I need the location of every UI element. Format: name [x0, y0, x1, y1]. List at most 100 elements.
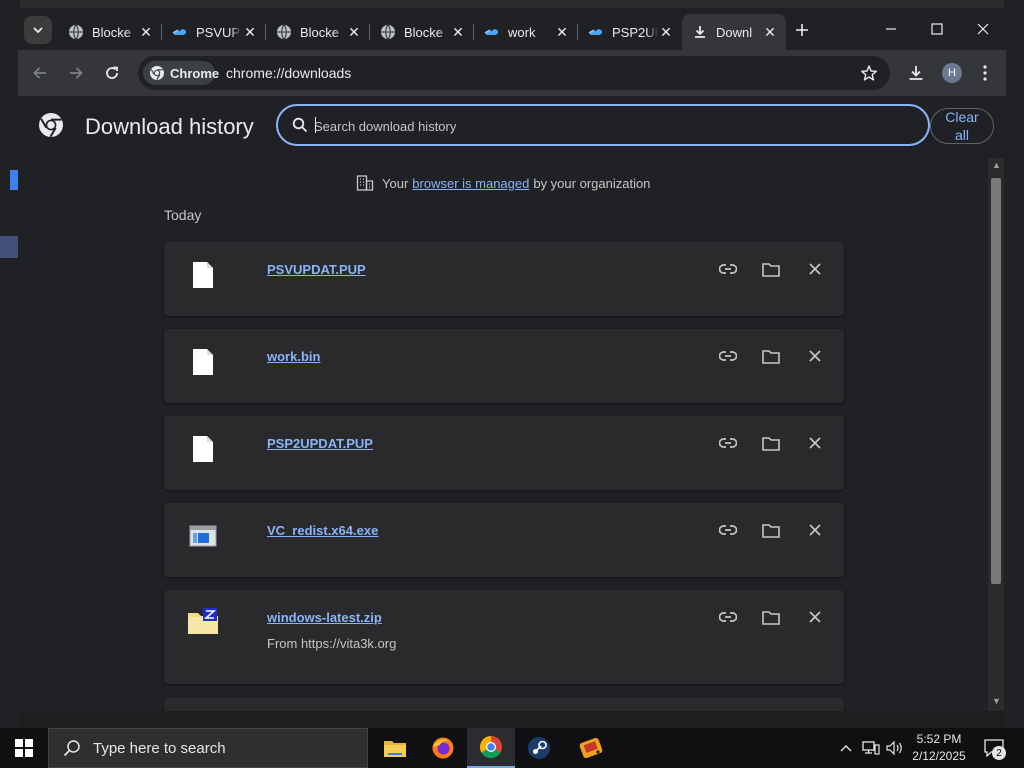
tab-active[interactable]: Downl ✕ [682, 14, 786, 50]
show-in-folder-icon[interactable] [759, 432, 783, 454]
download-item: work.bin [164, 329, 844, 403]
taskbar: Type here to search 5:52 PM 2/12/2025 2 [0, 728, 1024, 768]
tab-close-button[interactable]: ✕ [658, 24, 674, 40]
new-tab-button[interactable] [790, 18, 814, 42]
close-window-button[interactable] [960, 14, 1006, 44]
tab-close-button[interactable]: ✕ [554, 24, 570, 40]
file-name-link[interactable]: PSP2UPDAT.PUP [267, 436, 373, 451]
tab-close-button[interactable]: ✕ [450, 24, 466, 40]
page-scrollbar[interactable]: ▲ ▼ [988, 158, 1004, 711]
tab[interactable]: Blocke ✕ [266, 14, 370, 50]
show-in-folder-icon[interactable] [759, 345, 783, 367]
minimize-button[interactable] [868, 14, 914, 44]
tab-title: PSP2UP [612, 24, 658, 40]
browser-window: Blocke ✕ PSVUPD ✕ Blocke ✕ Blocke ✕ [18, 8, 1006, 711]
search-download-history[interactable] [276, 104, 930, 146]
clear-all-button[interactable]: Clear all [930, 108, 994, 144]
profile-avatar[interactable]: H [942, 63, 962, 83]
file-name-link[interactable]: windows-latest.zip [267, 610, 382, 625]
maximize-button[interactable] [914, 14, 960, 44]
tab[interactable]: PSP2UP ✕ [578, 14, 682, 50]
browser-managed-link[interactable]: browser is managed [412, 176, 529, 191]
more-vertical-icon [983, 65, 987, 81]
chrome-icon [480, 736, 502, 758]
search-icon [63, 739, 81, 757]
close-icon [977, 23, 989, 35]
building-icon [356, 174, 374, 192]
chrome-app[interactable] [467, 728, 515, 768]
bookmark-star-icon[interactable] [860, 64, 878, 87]
remove-download-icon[interactable] [803, 432, 827, 454]
tab[interactable]: Blocke ✕ [58, 14, 162, 50]
steam-app[interactable] [515, 728, 563, 768]
copy-link-icon[interactable] [716, 432, 740, 454]
page-title: Download history [85, 114, 254, 139]
volume-icon[interactable] [884, 728, 906, 768]
search-input[interactable] [314, 116, 894, 136]
tab-close-button[interactable]: ✕ [242, 24, 258, 40]
globe-icon [276, 24, 292, 40]
show-in-folder-icon[interactable] [759, 519, 783, 541]
tab-close-button[interactable]: ✕ [138, 24, 154, 40]
forward-button[interactable] [62, 59, 90, 87]
show-in-folder-icon[interactable] [759, 606, 783, 628]
scroll-down-arrow-icon[interactable]: ▼ [992, 696, 1001, 706]
tab[interactable]: PSVUPD ✕ [162, 14, 266, 50]
tab-search-button[interactable] [24, 16, 52, 44]
tab[interactable]: work ✕ [474, 14, 578, 50]
remove-download-icon[interactable] [803, 345, 827, 367]
cloud-icon [484, 24, 500, 40]
copy-link-icon[interactable] [716, 345, 740, 367]
tab-title: work [508, 24, 536, 40]
taskbar-clock[interactable]: 5:52 PM 2/12/2025 [906, 731, 972, 765]
search-icon [292, 117, 308, 138]
reload-button[interactable] [98, 59, 126, 87]
start-button[interactable] [0, 728, 48, 768]
page-header: Download history Clearall [18, 96, 1006, 160]
remove-download-icon[interactable] [803, 606, 827, 628]
background-accent [10, 170, 18, 190]
tab-close-button[interactable]: ✕ [346, 24, 362, 40]
background-window-right [1004, 0, 1024, 728]
remove-download-icon[interactable] [803, 519, 827, 541]
cloud-icon [172, 24, 188, 40]
remove-download-icon[interactable] [803, 258, 827, 280]
copy-link-icon[interactable] [716, 258, 740, 280]
clock-date: 2/12/2025 [912, 749, 966, 763]
address-bar[interactable]: Chrome chrome://downloads [138, 56, 890, 90]
download-item: windows-latest.zip From https://vita3k.o… [164, 590, 844, 684]
file-name-link[interactable]: VC_redist.x64.exe [267, 523, 378, 538]
game-app[interactable] [567, 728, 615, 768]
scroll-up-arrow-icon[interactable]: ▲ [992, 160, 1001, 170]
tab-title: Downl [716, 24, 753, 40]
download-icon [909, 66, 923, 80]
firefox-app[interactable] [419, 728, 467, 768]
show-hidden-icons-button[interactable] [836, 728, 856, 768]
network-icon[interactable] [860, 728, 882, 768]
tab-title: Blocke [404, 24, 444, 40]
download-item: PSP2UPDAT.PUP [164, 416, 844, 490]
zip-file-icon [186, 606, 220, 636]
file-explorer-app[interactable] [371, 728, 419, 768]
menu-button[interactable] [971, 59, 999, 87]
copy-link-icon[interactable] [716, 519, 740, 541]
chrome-logo-icon [38, 112, 64, 143]
maximize-icon [931, 23, 943, 35]
clear-all-label: Clear all [945, 109, 979, 143]
copy-link-icon[interactable] [716, 606, 740, 628]
taskbar-search-box[interactable]: Type here to search [48, 728, 368, 768]
site-info-chip[interactable]: Chrome [143, 61, 219, 85]
show-in-folder-icon[interactable] [759, 258, 783, 280]
url-text: chrome://downloads [226, 65, 352, 81]
tab-close-button[interactable]: ✕ [762, 24, 778, 40]
file-name-link[interactable]: work.bin [267, 349, 320, 364]
tab-strip: Blocke ✕ PSVUPD ✕ Blocke ✕ Blocke ✕ [18, 8, 1006, 50]
taskbar-search-placeholder: Type here to search [93, 739, 226, 757]
notification-count-badge: 2 [992, 746, 1006, 760]
file-name-link[interactable]: PSVUPDAT.PUP [267, 262, 366, 277]
downloads-button[interactable] [902, 59, 930, 87]
scrollbar-thumb[interactable] [991, 178, 1001, 584]
back-button[interactable] [26, 59, 54, 87]
tab[interactable]: Blocke ✕ [370, 14, 474, 50]
steam-icon [528, 737, 550, 759]
